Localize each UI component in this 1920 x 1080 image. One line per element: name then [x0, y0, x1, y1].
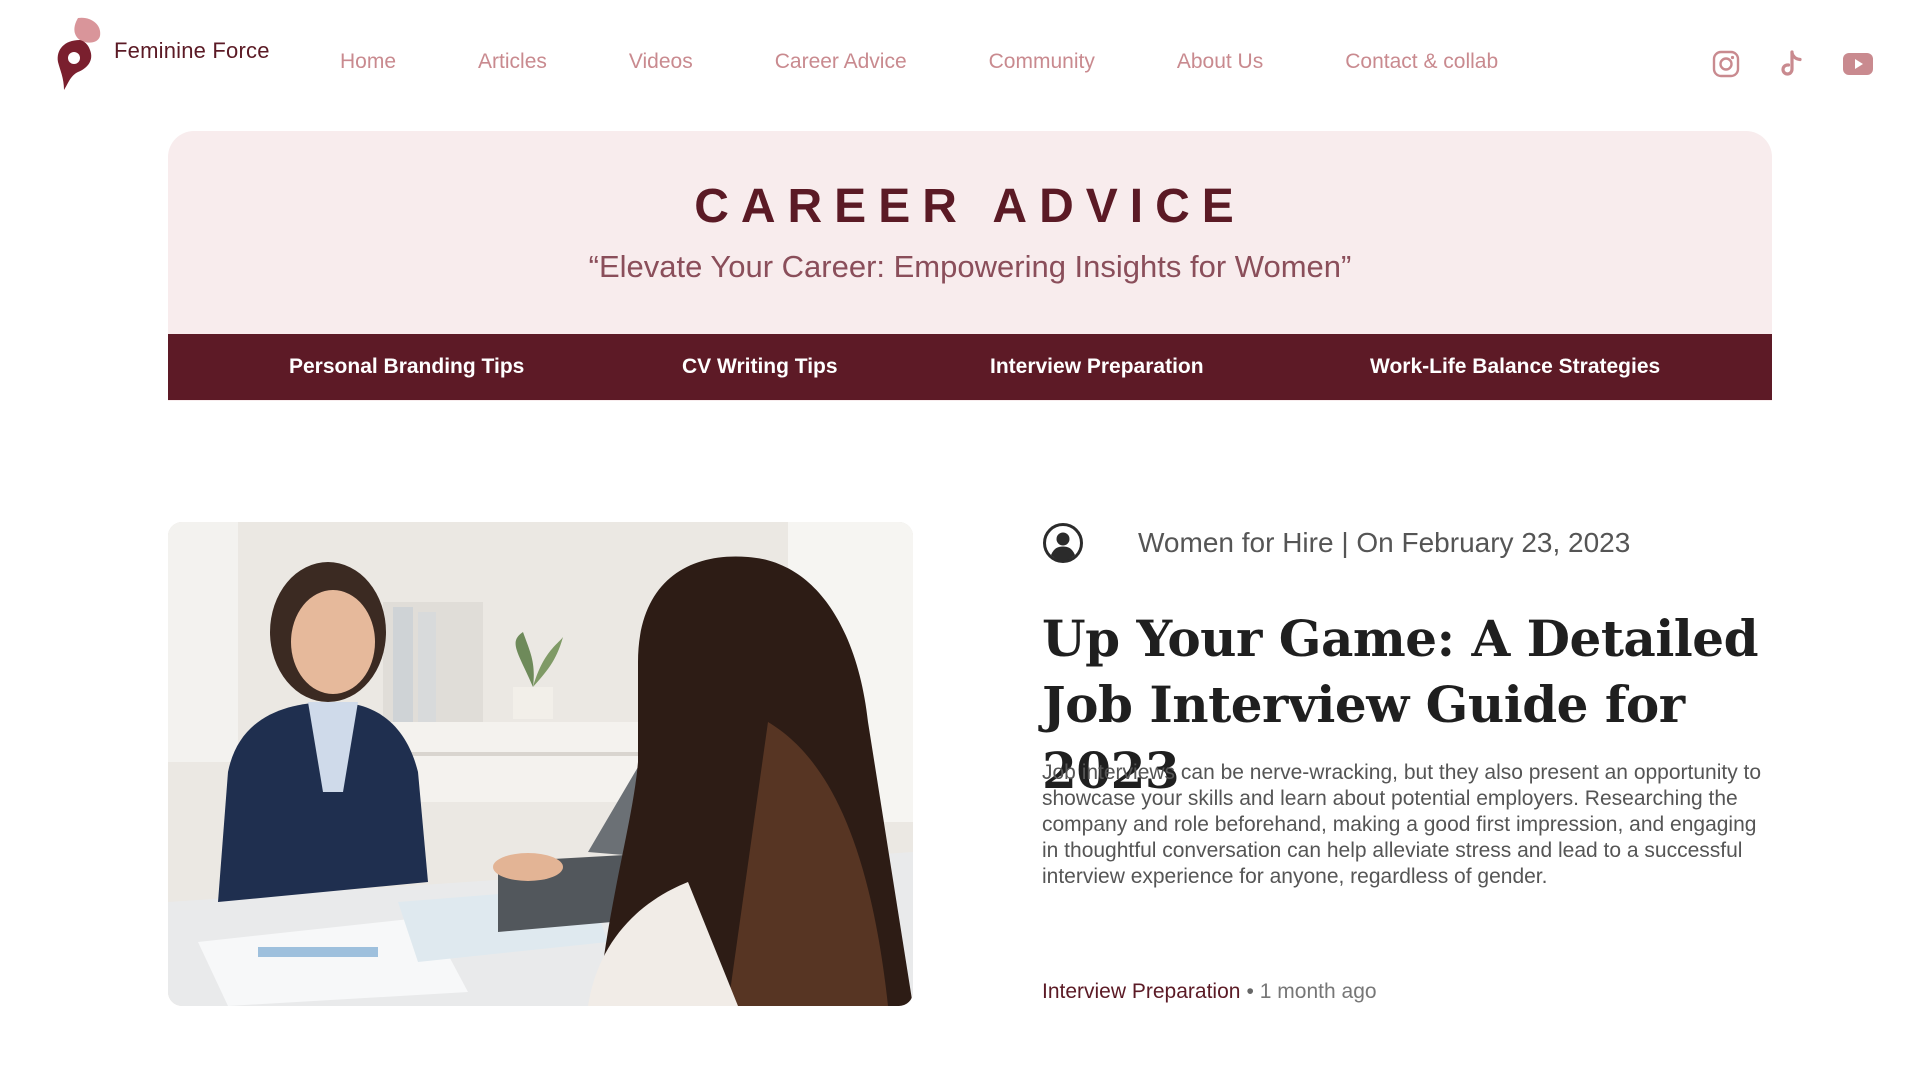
nav-about-us[interactable]: About Us	[1177, 50, 1263, 74]
nav-videos[interactable]: Videos	[629, 50, 693, 74]
article-meta: Women for Hire | On February 23, 2023	[1042, 522, 1630, 564]
page-title: CAREER ADVICE	[694, 180, 1246, 233]
instagram-icon[interactable]	[1710, 48, 1742, 80]
article-footer: Interview Preparation • 1 month ago	[1042, 980, 1377, 1004]
author-date: Women for Hire | On February 23, 2023	[1138, 527, 1631, 558]
category-personal-branding[interactable]: Personal Branding Tips	[289, 334, 524, 400]
brand-logo[interactable]: Feminine Force	[50, 14, 270, 94]
nav-career-advice[interactable]: Career Advice	[775, 50, 907, 74]
article-image[interactable]	[168, 522, 913, 1006]
user-circle-icon	[1042, 522, 1084, 564]
category-cv-writing[interactable]: CV Writing Tips	[682, 334, 838, 400]
nav-home[interactable]: Home	[340, 50, 396, 74]
youtube-icon[interactable]	[1842, 48, 1874, 80]
tiktok-icon[interactable]	[1776, 48, 1808, 80]
article-excerpt: Job interviews can be nerve-wracking, bu…	[1042, 761, 1762, 888]
site-header: Feminine Force Home Articles Videos Care…	[0, 0, 1920, 130]
article-category-link[interactable]: Interview Preparation	[1042, 980, 1240, 1003]
category-interview-preparation[interactable]: Interview Preparation	[990, 334, 1204, 400]
nav-articles[interactable]: Articles	[478, 50, 547, 74]
logo-icon	[50, 14, 110, 94]
page-subtitle: “Elevate Your Career: Empowering Insight…	[588, 249, 1352, 284]
brand-name: Feminine Force	[114, 38, 270, 63]
social-links	[1676, 48, 1874, 80]
nav-contact-collab[interactable]: Contact & collab	[1345, 50, 1498, 74]
category-bar: Personal Branding Tips CV Writing Tips I…	[168, 334, 1772, 400]
main-nav: Home Articles Videos Career Advice Commu…	[340, 50, 1498, 74]
nav-community[interactable]: Community	[989, 50, 1095, 74]
posted-time: 1 month ago	[1259, 980, 1377, 1003]
separator-dot: •	[1246, 980, 1254, 1003]
category-work-life-balance[interactable]: Work-Life Balance Strategies	[1370, 334, 1660, 400]
